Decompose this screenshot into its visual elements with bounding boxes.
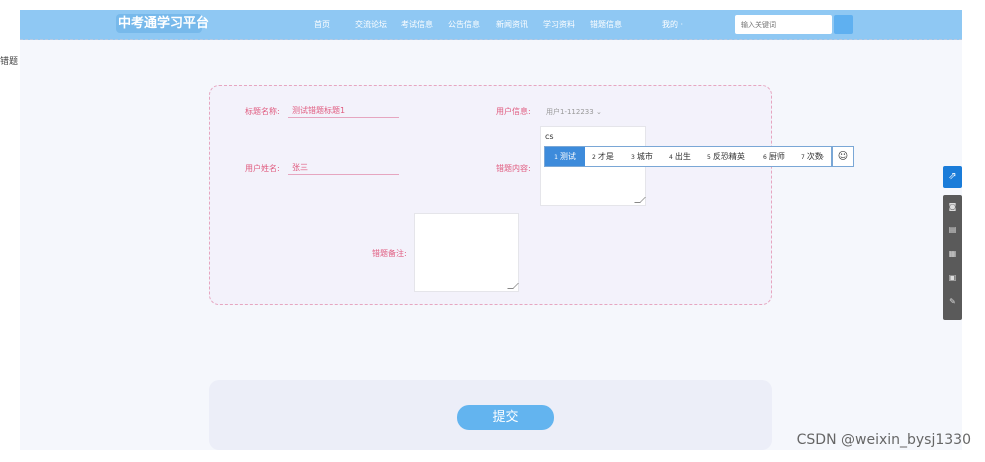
user-info-select[interactable]: 用户1-112233 ⌄ xyxy=(546,107,602,117)
nav-my-account[interactable]: 我的 · xyxy=(662,11,683,39)
ime-candidate[interactable]: 3 城市 xyxy=(631,147,653,166)
chevron-down-icon: ⌄ xyxy=(595,108,602,116)
ime-candidate[interactable]: 4 出生 xyxy=(669,147,691,166)
search-button[interactable] xyxy=(834,15,853,34)
content-label: 错题内容: xyxy=(496,164,531,173)
gif-icon[interactable]: ▦ xyxy=(946,248,959,260)
ime-candidate[interactable]: 2 才是 xyxy=(592,147,614,166)
pen-icon[interactable]: ✎ xyxy=(946,296,959,308)
smiley-icon[interactable]: ☺ xyxy=(832,146,854,167)
user-name-input[interactable]: 张三 xyxy=(288,161,399,175)
brand-logo[interactable]: 中考通学习平台 xyxy=(118,10,209,38)
search-input[interactable] xyxy=(735,15,832,34)
ime-candidate[interactable]: 7 次数 xyxy=(801,147,823,166)
ime-candidate[interactable]: 5 反恐精英 xyxy=(707,147,745,166)
ime-candidate[interactable]: 1 测试 xyxy=(545,147,585,166)
submit-button[interactable]: 提交 xyxy=(457,405,554,430)
ime-candidate[interactable]: 6 厨师 xyxy=(763,147,785,166)
nav-exam-info[interactable]: 考试信息 xyxy=(401,11,433,39)
camera-icon[interactable]: ◙ xyxy=(946,201,959,213)
chevron-right-icon[interactable]: › xyxy=(821,147,824,166)
remark-label: 错题备注: xyxy=(372,249,407,258)
image-icon[interactable]: ▤ xyxy=(946,224,959,236)
nav-news[interactable]: 新闻资讯 xyxy=(496,11,528,39)
user-info-label: 用户信息: xyxy=(496,107,531,116)
nav-announcement[interactable]: 公告信息 xyxy=(448,11,480,39)
watermark: CSDN @weixin_bysj1330 xyxy=(796,432,971,448)
remark-textarea[interactable] xyxy=(414,213,519,292)
share-icon[interactable]: ⇗ xyxy=(943,166,962,188)
resize-grip-icon[interactable] xyxy=(634,197,646,203)
nav-wrong-questions[interactable]: 错题信息 xyxy=(590,11,622,39)
resize-grip-icon[interactable] xyxy=(507,283,519,289)
user-name-label: 用户姓名: xyxy=(245,164,280,173)
nav-home[interactable]: 首页 xyxy=(314,11,330,39)
title-label: 标题名称: xyxy=(245,107,280,116)
nav-study-material[interactable]: 学习资料 xyxy=(543,11,575,39)
page-title: 错题 xyxy=(0,57,19,67)
nav-forum[interactable]: 交流论坛 xyxy=(355,11,387,39)
ime-candidate-bar: 1 测试 2 才是 3 城市 4 出生 5 反恐精英 6 厨师 7 次数 › xyxy=(544,146,832,167)
content-typed-text: cs xyxy=(545,132,554,141)
screenshot-icon[interactable]: ▣ xyxy=(946,272,959,284)
title-input[interactable]: 测试错题标题1 xyxy=(288,104,399,118)
user-info-value: 用户1-112233 xyxy=(546,108,594,116)
